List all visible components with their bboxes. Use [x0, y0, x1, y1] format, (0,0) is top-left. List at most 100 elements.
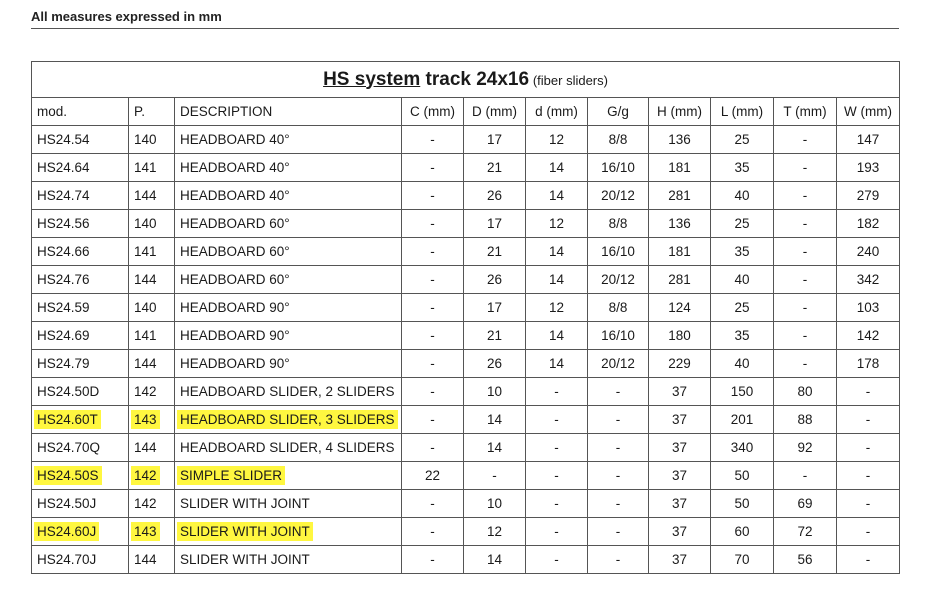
table-cell: 240 — [835, 237, 901, 266]
table-cell: 143 — [128, 405, 175, 434]
table-cell: 144 — [128, 349, 175, 378]
table-cell: HEADBOARD SLIDER, 2 SLIDERS — [174, 377, 402, 406]
table-cell: 279 — [835, 181, 901, 210]
table-cell: 178 — [835, 349, 901, 378]
table-cell: 69 — [773, 489, 837, 518]
column-header: D (mm) — [463, 97, 526, 126]
table-cell: 17 — [463, 125, 526, 154]
table-cell: 181 — [648, 237, 711, 266]
table-cell: HS24.70J — [31, 545, 129, 574]
table-cell: - — [773, 181, 837, 210]
table-cell: - — [773, 265, 837, 294]
table-cell: 14 — [463, 433, 526, 462]
table-cell: 136 — [648, 125, 711, 154]
table-cell: 8/8 — [587, 293, 649, 322]
table-cell: 12 — [463, 517, 526, 546]
table-cell: 144 — [128, 181, 175, 210]
column-header: C (mm) — [401, 97, 464, 126]
table-cell: - — [587, 489, 649, 518]
table-cell: 92 — [773, 433, 837, 462]
table-cell: - — [773, 209, 837, 238]
table-cell: 141 — [128, 153, 175, 182]
table-cell: - — [587, 405, 649, 434]
table-body: HS24.54 140 HEADBOARD 40° -17 12 8/8 136 25-147… — [31, 125, 901, 574]
table-cell: SIMPLE SLIDER — [174, 461, 402, 490]
table-cell: SLIDER WITH JOINT — [174, 489, 402, 518]
table-cell: 37 — [648, 405, 711, 434]
table-cell: 21 — [463, 153, 526, 182]
highlight-mark: SIMPLE SLIDER — [177, 466, 286, 485]
table-cell: - — [401, 293, 464, 322]
table-cell: 21 — [463, 321, 526, 350]
table-row: HS24.66 141 HEADBOARD 60° -21 14 16/10 181 35-2… — [31, 237, 901, 266]
table-cell: - — [773, 349, 837, 378]
table-cell: HS24.60T — [31, 405, 129, 434]
column-header: P. — [128, 97, 175, 126]
table-cell: 142 — [128, 489, 175, 518]
table-row: HS24.54 140 HEADBOARD 40° -17 12 8/8 136 25-147 — [31, 125, 901, 154]
table-cell: - — [773, 153, 837, 182]
table-cell: 142 — [128, 377, 175, 406]
table-cell: 143 — [128, 517, 175, 546]
table-cell: 103 — [835, 293, 901, 322]
table-cell: 26 — [463, 265, 526, 294]
column-header: W (mm) — [835, 97, 901, 126]
table-cell: 20/12 — [587, 181, 649, 210]
table-row: HS24.74 144 HEADBOARD 40° -26 14 20/12 281 40-2… — [31, 181, 901, 210]
table-cell: HS24.69 — [31, 321, 129, 350]
table-row: HS24.64 141 HEADBOARD 40° -21 14 16/10 181 35-1… — [31, 153, 901, 182]
title-track: track 24x16 — [420, 68, 530, 90]
table-cell: - — [835, 545, 901, 574]
table-row: HS24.69 141 HEADBOARD 90° -21 14 16/10 180 35-1… — [31, 321, 901, 350]
table-cell: 8/8 — [587, 125, 649, 154]
table-cell: 140 — [128, 125, 175, 154]
table-cell: - — [401, 237, 464, 266]
table-cell: HS24.50D — [31, 377, 129, 406]
table-cell: HS24.74 — [31, 181, 129, 210]
table-cell: 14 — [525, 321, 588, 350]
table-cell: 37 — [648, 517, 711, 546]
table-row: HS24.59 140 HEADBOARD 90° -17 12 8/8 124 25-103 — [31, 293, 901, 322]
table-cell: 124 — [648, 293, 711, 322]
table-cell: - — [401, 489, 464, 518]
table-row: HS24.50S 142 SIMPLE SLIDER 22- - -37 50- - — [31, 461, 901, 490]
table-cell: - — [835, 433, 901, 462]
highlight-mark: 143 — [131, 522, 160, 541]
column-header: mod. — [31, 97, 129, 126]
table-cell: 20/12 — [587, 349, 649, 378]
table-cell: HS24.76 — [31, 265, 129, 294]
highlight-mark: HS24.60T — [34, 410, 101, 429]
table-cell: 141 — [128, 321, 175, 350]
table-cell: - — [587, 545, 649, 574]
table-cell: - — [835, 461, 901, 490]
table-cell: 70 — [710, 545, 774, 574]
table-cell: - — [587, 377, 649, 406]
table-cell: - — [773, 237, 837, 266]
table-cell: 60 — [710, 517, 774, 546]
highlight-mark: HS24.50S — [34, 466, 102, 485]
column-header: T (mm) — [773, 97, 837, 126]
table-cell: 229 — [648, 349, 711, 378]
table-cell: 136 — [648, 209, 711, 238]
table-cell: HS24.50J — [31, 489, 129, 518]
table-cell: 201 — [710, 405, 774, 434]
table-row: HS24.76 144 HEADBOARD 60° -26 14 20/12 281 40-3… — [31, 265, 901, 294]
table-row: HS24.50D 142 HEADBOARD SLIDER, 2 SLIDERS -1… — [31, 377, 901, 406]
table-cell: 50 — [710, 489, 774, 518]
table-cell: HS24.70Q — [31, 433, 129, 462]
table-cell: 40 — [710, 349, 774, 378]
table-cell: 14 — [525, 153, 588, 182]
table-cell: 144 — [128, 265, 175, 294]
hs-track-table: HS system track 24x16 (fiber sliders) mo… — [30, 61, 901, 574]
table-cell: - — [401, 405, 464, 434]
column-header: d (mm) — [525, 97, 588, 126]
table-cell: HS24.64 — [31, 153, 129, 182]
table-cell: 22 — [401, 461, 464, 490]
table-row: HS24.70J 144 SLIDER WITH JOINT -14- -37 70 56- — [31, 545, 901, 574]
table-title-row: HS system track 24x16 (fiber sliders) — [30, 61, 901, 98]
table-cell: - — [773, 293, 837, 322]
table-cell: 16/10 — [587, 237, 649, 266]
table-cell: - — [463, 461, 526, 490]
column-header: DESCRIPTION — [174, 97, 402, 126]
table-cell: - — [835, 489, 901, 518]
